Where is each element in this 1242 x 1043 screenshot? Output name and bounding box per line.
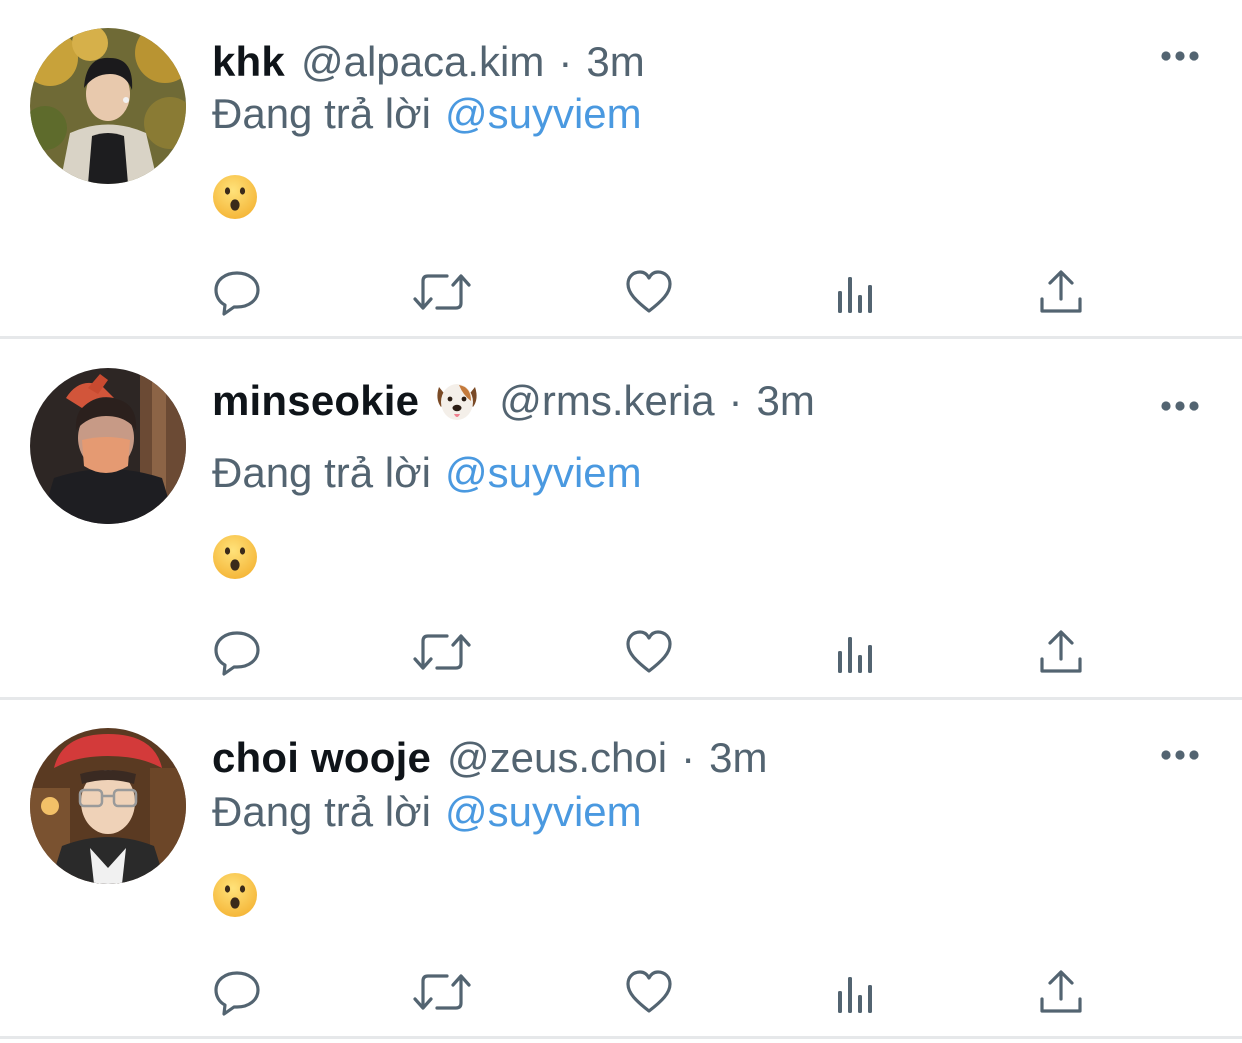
heart-icon — [626, 630, 672, 673]
timestamp[interactable]: 3m — [757, 373, 815, 429]
like-button[interactable] — [619, 962, 679, 1022]
share-button[interactable] — [1031, 622, 1091, 682]
replying-to: Đang trả lời @suyviem — [212, 88, 642, 140]
reply-button[interactable] — [207, 962, 267, 1022]
share-upload-icon — [1040, 270, 1082, 313]
display-name[interactable]: minseokie — [212, 373, 419, 429]
like-button[interactable] — [619, 622, 679, 682]
retweet-icon — [413, 274, 471, 310]
bar-chart-icon — [838, 637, 872, 673]
hushed-face-emoji-icon — [212, 174, 258, 220]
heart-icon — [626, 270, 672, 313]
action-bar — [0, 622, 1242, 682]
reply-prefix: Đang trả lời — [212, 788, 431, 835]
reply-bubble-icon — [214, 271, 260, 316]
retweet-button[interactable] — [412, 262, 472, 322]
avatar[interactable] — [30, 368, 186, 524]
tweet[interactable]: choi wooje @zeus.choi · 3m Đang trả lời @… — [0, 700, 1242, 1039]
views-button[interactable] — [826, 962, 886, 1022]
separator-dot: · — [558, 38, 573, 85]
more-options-button[interactable] — [1156, 741, 1204, 769]
display-name[interactable]: choi wooje — [212, 730, 431, 786]
user-handle[interactable]: @rms.keria — [499, 373, 714, 429]
more-horizontal-icon — [1161, 51, 1199, 61]
hushed-face-emoji-icon — [212, 534, 258, 580]
like-button[interactable] — [619, 262, 679, 322]
tweet-header: khk @alpaca.kim · 3m — [212, 34, 645, 90]
bar-chart-icon — [838, 977, 872, 1013]
user-handle[interactable]: @zeus.choi — [447, 730, 667, 786]
views-button[interactable] — [826, 622, 886, 682]
tweet-header: choi wooje @zeus.choi · 3m — [212, 730, 767, 786]
action-bar — [0, 962, 1242, 1022]
separator-dot: · — [681, 734, 696, 781]
share-upload-icon — [1040, 630, 1082, 673]
share-upload-icon — [1040, 970, 1082, 1013]
dog-face-emoji-icon — [433, 377, 481, 425]
reply-prefix: Đang trả lời — [212, 90, 431, 137]
retweet-icon — [413, 974, 471, 1010]
timestamp[interactable]: 3m — [709, 730, 767, 786]
bar-chart-icon — [838, 277, 872, 313]
reply-mention-link[interactable]: @suyviem — [445, 90, 642, 137]
views-button[interactable] — [826, 262, 886, 322]
reply-button[interactable] — [207, 622, 267, 682]
more-horizontal-icon — [1161, 750, 1199, 760]
heart-icon — [626, 970, 672, 1013]
tweet-divider — [0, 1036, 1242, 1039]
share-button[interactable] — [1031, 262, 1091, 322]
reply-mention-link[interactable]: @suyviem — [445, 449, 642, 496]
timestamp[interactable]: 3m — [586, 34, 644, 90]
retweet-icon — [413, 634, 471, 670]
reply-button[interactable] — [207, 262, 267, 322]
tweet-header: minseokie @rms.keria · 3m — [212, 373, 815, 429]
retweet-button[interactable] — [412, 962, 472, 1022]
action-bar — [0, 262, 1242, 322]
more-horizontal-icon — [1161, 401, 1199, 411]
avatar[interactable] — [30, 28, 186, 184]
more-options-button[interactable] — [1156, 42, 1204, 70]
tweet[interactable]: khk @alpaca.kim · 3m Đang trả lời @suyvie… — [0, 0, 1242, 339]
avatar[interactable] — [30, 728, 186, 884]
user-handle[interactable]: @alpaca.kim — [301, 34, 544, 90]
hushed-face-emoji-icon — [212, 872, 258, 918]
replying-to: Đang trả lời @suyviem — [212, 786, 642, 838]
reply-mention-link[interactable]: @suyviem — [445, 788, 642, 835]
share-button[interactable] — [1031, 962, 1091, 1022]
display-name[interactable]: khk — [212, 34, 285, 90]
retweet-button[interactable] — [412, 622, 472, 682]
reply-bubble-icon — [214, 971, 260, 1016]
tweet[interactable]: minseokie @rms.keria · 3m Đang trả lời @s… — [0, 339, 1242, 700]
separator-dot: · — [728, 377, 743, 424]
more-options-button[interactable] — [1156, 392, 1204, 420]
reply-prefix: Đang trả lời — [212, 449, 431, 496]
replying-to: Đang trả lời @suyviem — [212, 447, 642, 499]
reply-bubble-icon — [214, 631, 260, 676]
